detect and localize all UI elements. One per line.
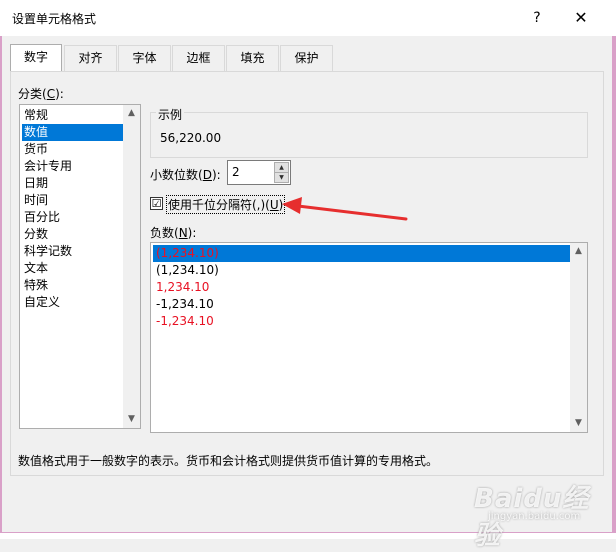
spin-down-icon[interactable]: ▼ [274, 172, 289, 183]
negative-format-item[interactable]: (1,234.10) [153, 262, 570, 279]
category-item-text[interactable]: 文本 [22, 260, 124, 277]
category-item-currency[interactable]: 货币 [22, 141, 124, 158]
sample-value: 56,220.00 [160, 131, 222, 145]
thousands-separator-checkbox[interactable]: ☑ [150, 197, 163, 210]
annotation-arrow-icon [282, 197, 408, 221]
dialog-title: 设置单元格格式 [12, 12, 97, 26]
category-item-date[interactable]: 日期 [22, 175, 124, 192]
tab-fill[interactable]: 填充 [226, 45, 279, 71]
tab-protection[interactable]: 保护 [280, 45, 333, 71]
category-item-custom[interactable]: 自定义 [22, 294, 124, 311]
negative-format-item[interactable]: (1,234.10) [153, 245, 570, 262]
category-item-fraction[interactable]: 分数 [22, 226, 124, 243]
negative-numbers-label: 负数(N): [150, 226, 197, 240]
sample-label: 示例 [156, 106, 185, 123]
category-list[interactable]: 常规 数值 货币 会计专用 日期 时间 百分比 分数 科学记数 文本 特殊 自定… [19, 104, 141, 429]
tab-border[interactable]: 边框 [172, 45, 225, 71]
negative-format-item[interactable]: -1,234.10 [153, 296, 570, 313]
category-item-general[interactable]: 常规 [22, 107, 124, 124]
decimal-places-value[interactable]: 2 [232, 165, 240, 179]
close-button[interactable]: ✕ [566, 6, 596, 30]
tab-number[interactable]: 数字 [10, 44, 62, 72]
watermark-url: jingyan.baidu.com [488, 511, 581, 522]
category-item-time[interactable]: 时间 [22, 192, 124, 209]
scroll-up-arrow-icon[interactable]: ▲ [123, 105, 140, 122]
negative-format-item[interactable]: -1,234.10 [153, 313, 570, 330]
negative-format-item[interactable]: 1,234.10 [153, 279, 570, 296]
negative-numbers-list[interactable]: (1,234.10) (1,234.10) 1,234.10 -1,234.10… [150, 242, 588, 433]
negative-numbers-scrollbar[interactable]: ▲ ▼ [570, 243, 587, 432]
category-item-special[interactable]: 特殊 [22, 277, 124, 294]
sheet-gridline-left [0, 0, 2, 539]
category-item-number[interactable]: 数值 [22, 124, 124, 141]
category-item-percentage[interactable]: 百分比 [22, 209, 124, 226]
decimal-places-label: 小数位数(D): [150, 168, 221, 182]
decimal-places-spinner[interactable]: 2 ▲ ▼ [227, 160, 291, 185]
category-label: 分类(C): [18, 87, 64, 101]
help-button[interactable]: ? [523, 6, 551, 30]
tab-alignment[interactable]: 对齐 [64, 45, 117, 71]
sheet-gridline-right [612, 0, 616, 539]
scroll-down-arrow-icon[interactable]: ▼ [570, 415, 587, 432]
scroll-down-arrow-icon[interactable]: ▼ [123, 411, 140, 428]
baidu-jingyan-watermark: Baidu经验 jingyan.baidu.com [474, 478, 604, 551]
category-scrollbar[interactable]: ▲ ▼ [123, 105, 140, 428]
category-item-accounting[interactable]: 会计专用 [22, 158, 124, 175]
thousands-separator-label[interactable]: 使用千位分隔符(,)(U) [166, 195, 286, 214]
category-item-scientific[interactable]: 科学记数 [22, 243, 124, 260]
tab-font[interactable]: 字体 [118, 45, 171, 71]
format-description: 数值格式用于一般数字的表示。货币和会计格式则提供货币值计算的专用格式。 [18, 454, 439, 468]
scroll-up-arrow-icon[interactable]: ▲ [570, 243, 587, 260]
